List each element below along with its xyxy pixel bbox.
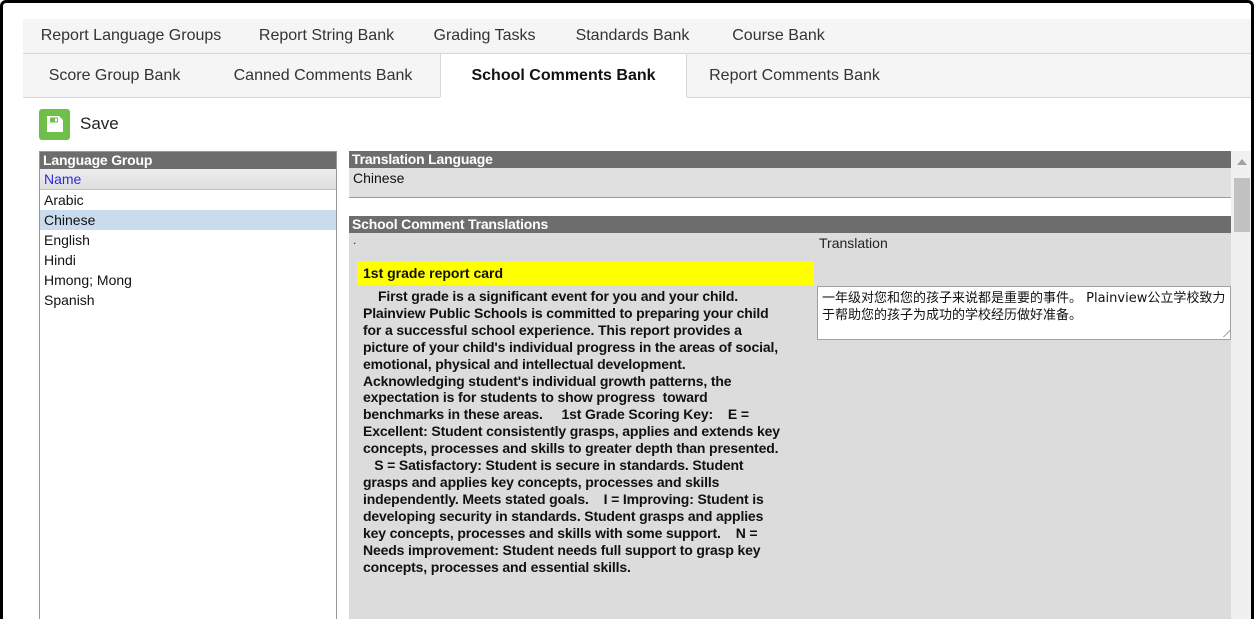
language-item-arabic[interactable]: Arabic	[40, 190, 336, 210]
floppy-disk-icon	[39, 108, 70, 140]
detail-panel: Translation Language Chinese School Comm…	[349, 151, 1231, 619]
tab-report-language-groups[interactable]: Report Language Groups	[23, 19, 239, 53]
resize-grip-icon[interactable]	[1215, 329, 1230, 337]
translation-textarea[interactable]: 一年级对您和您的孩子来说都是重要的事件。 Plainview公立学校致力于帮助您…	[817, 286, 1231, 340]
scroll-thumb[interactable]	[1234, 178, 1250, 232]
language-item-spanish[interactable]: Spanish	[40, 290, 336, 310]
language-group-panel: Language Group Name Arabic Chinese Engli…	[39, 151, 337, 619]
app-window: Report Language Groups Report String Ban…	[0, 0, 1254, 619]
translation-language-header: Translation Language	[349, 151, 1231, 168]
translation-column-label: Translation	[819, 235, 888, 251]
language-item-hmong[interactable]: Hmong; Mong	[40, 270, 336, 290]
comment-body: First grade is a significant event for y…	[363, 288, 780, 575]
tab-report-comments-bank[interactable]: Report Comments Bank	[687, 54, 902, 97]
tab-canned-comments-bank[interactable]: Canned Comments Bank	[206, 54, 440, 97]
tab-report-string-bank[interactable]: Report String Bank	[239, 19, 414, 53]
translation-language-value: Chinese	[353, 170, 405, 186]
tab-grading-tasks[interactable]: Grading Tasks	[414, 19, 555, 53]
school-comment-translations-header: School Comment Translations	[349, 216, 1231, 233]
language-item-hindi[interactable]: Hindi	[40, 250, 336, 270]
column-marker: .	[353, 233, 357, 247]
tab-row-top: Report Language Groups Report String Ban…	[23, 19, 1251, 54]
translation-language-section: Translation Language Chinese	[349, 151, 1231, 198]
tab-score-group-bank[interactable]: Score Group Bank	[23, 54, 206, 97]
active-tab-gap	[440, 97, 687, 98]
comment-title: 1st grade report card	[357, 261, 814, 285]
school-comment-translations-section: School Comment Translations . Translatio…	[349, 216, 1231, 619]
name-column-header[interactable]: Name	[40, 169, 336, 190]
translation-text: 一年级对您和您的孩子来说都是重要的事件。 Plainview公立学校致力于帮助您…	[822, 291, 1226, 323]
tab-school-comments-bank[interactable]: School Comments Bank	[440, 54, 687, 97]
vertical-scrollbar[interactable]	[1231, 151, 1251, 619]
language-item-english[interactable]: English	[40, 230, 336, 250]
tab-row-bottom: Score Group Bank Canned Comments Bank Sc…	[23, 54, 1251, 97]
tab-course-bank[interactable]: Course Bank	[710, 19, 847, 53]
tab-standards-bank[interactable]: Standards Bank	[555, 19, 710, 53]
save-button[interactable]: Save	[39, 108, 119, 140]
save-label: Save	[80, 114, 119, 133]
scroll-up-arrow-icon[interactable]	[1237, 159, 1247, 165]
language-item-chinese[interactable]: Chinese	[40, 210, 336, 230]
language-group-header: Language Group	[40, 152, 336, 169]
